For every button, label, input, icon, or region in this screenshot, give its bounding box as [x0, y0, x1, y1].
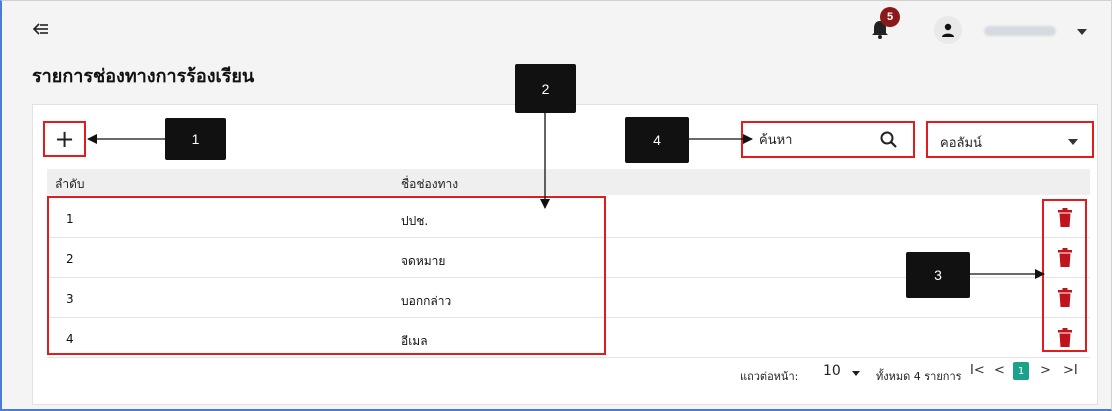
delete-icon[interactable]	[1057, 208, 1073, 228]
column-header-order[interactable]: ลำดับ	[55, 175, 85, 194]
sidebar-collapse-icon[interactable]	[32, 20, 50, 38]
row-channel-name: จดหมาย	[401, 254, 446, 268]
chevron-down-icon[interactable]	[1077, 29, 1087, 35]
row-channel-name: บอกกล่าว	[401, 294, 452, 308]
row-order: 1	[66, 212, 74, 226]
page-title: รายการช่องทางการร้องเรียน	[32, 66, 255, 87]
row-channel-name: อีเมล	[401, 334, 428, 348]
total-count: ทั้งหมด 4 รายการ	[876, 370, 962, 383]
callout-1: 1	[165, 118, 226, 160]
search-field[interactable]	[741, 121, 915, 158]
first-page-button[interactable]: I<	[970, 363, 985, 378]
delete-icon[interactable]	[1057, 328, 1073, 348]
prev-page-button[interactable]: <	[994, 363, 1005, 378]
row-channel-name: ปปช.	[401, 214, 429, 228]
rows-per-page-label: แถวต่อหน้า:	[740, 370, 799, 383]
next-page-button[interactable]: >	[1040, 363, 1051, 378]
table-row[interactable]: 1 ปปช.	[47, 199, 1090, 238]
row-order: 4	[66, 332, 74, 346]
row-order: 2	[66, 252, 74, 266]
callout-2: 2	[515, 64, 576, 113]
callout-4: 4	[625, 117, 689, 163]
chevron-down-icon[interactable]	[852, 371, 860, 376]
add-channel-button[interactable]: +	[43, 121, 86, 157]
table-header: ลำดับ ชื่อช่องทาง	[47, 169, 1090, 195]
search-input[interactable]	[759, 131, 869, 149]
notification-badge: 5	[880, 7, 900, 27]
last-page-button[interactable]: >I	[1063, 363, 1078, 378]
column-select[interactable]: คอลัมน์	[926, 121, 1094, 158]
rows-per-page-select[interactable]: 10	[823, 363, 841, 379]
delete-icon[interactable]	[1057, 248, 1073, 268]
column-select-label: คอลัมน์	[940, 136, 982, 151]
arrow-collapse-icon	[33, 23, 48, 35]
user-name-blurred[interactable]	[984, 26, 1056, 36]
pagination-bar: แถวต่อหน้า: 10 ทั้งหมด 4 รายการ I< < 1 >…	[47, 357, 1090, 387]
user-avatar-icon[interactable]	[934, 16, 962, 44]
search-icon[interactable]	[879, 130, 899, 150]
row-order: 3	[66, 292, 74, 306]
callout-3: 3	[906, 252, 970, 298]
current-page-button[interactable]: 1	[1013, 362, 1029, 380]
column-header-name[interactable]: ชื่อช่องทาง	[401, 175, 458, 194]
chevron-down-icon	[1068, 139, 1078, 145]
delete-icon[interactable]	[1057, 288, 1073, 308]
table-row[interactable]: 4 อีเมล	[47, 319, 1090, 358]
